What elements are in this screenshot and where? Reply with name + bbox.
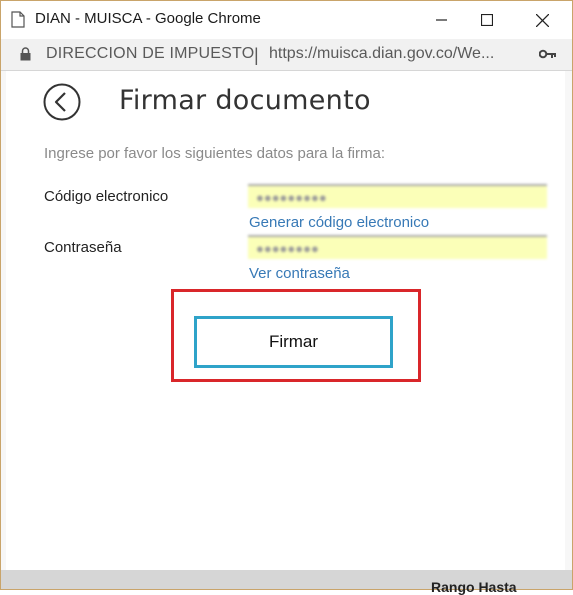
address-bar[interactable]: DIRECCION DE IMPUESTO | https://muisca.d… [1,39,572,71]
password-label: Contraseña [44,239,122,256]
address-separator: | [254,45,259,65]
document-icon [11,11,25,28]
title-bar: DIAN - MUISCA - Google Chrome [1,1,572,39]
code-label: Código electronico [44,188,169,205]
generate-code-link[interactable]: Generar código electronico [249,214,429,231]
close-icon [535,13,549,27]
show-password-link[interactable]: Ver contraseña [249,265,350,282]
password-input[interactable] [248,235,547,259]
window-title: DIAN - MUISCA - Google Chrome [35,10,261,27]
close-button[interactable] [519,1,565,39]
page-title: Firmar documento [119,85,371,116]
instructions-text: Ingrese por favor los siguientes datos p… [44,145,386,162]
back-arrow-icon[interactable] [43,83,81,121]
lock-icon[interactable] [20,47,31,61]
electronic-code-input[interactable] [248,184,547,208]
maximize-button[interactable] [464,1,510,39]
site-identity-label[interactable]: DIRECCION DE IMPUESTO [46,45,254,63]
maximize-icon [481,14,493,26]
url-text[interactable]: https://muisca.dian.gov.co/We... [269,45,494,63]
minimize-button[interactable] [419,1,465,39]
background-strip-left [1,71,6,571]
key-icon[interactable] [539,49,557,59]
browser-window: DIAN - MUISCA - Google Chrome DIRECCION … [0,0,573,595]
background-partial-text: Rango Hasta [431,579,517,595]
minimize-icon [436,19,447,21]
background-strip-right [565,71,572,571]
sign-button[interactable]: Firmar [194,316,393,368]
